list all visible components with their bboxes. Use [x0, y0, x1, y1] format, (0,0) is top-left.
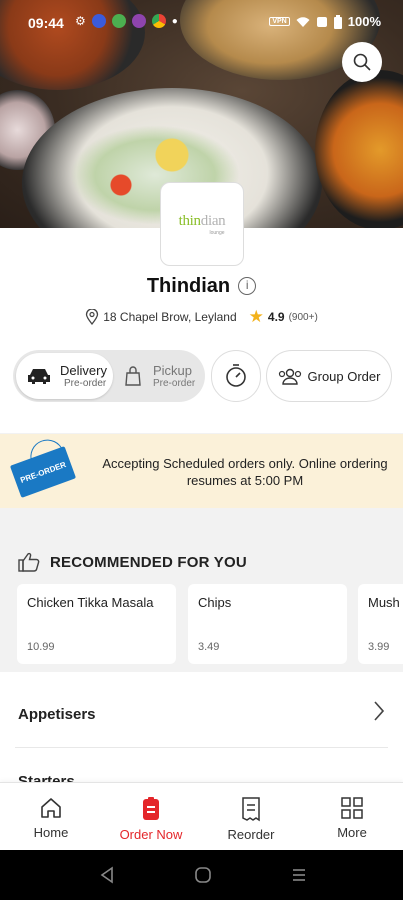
schedule-button[interactable] — [211, 350, 261, 402]
android-icon — [111, 14, 126, 28]
car-icon — [28, 369, 50, 384]
rating-value: 4.9 — [267, 310, 285, 324]
location-pin-icon — [86, 309, 99, 325]
pickup-sub: Pre-order — [153, 378, 196, 389]
item-price: 3.99 — [368, 641, 390, 653]
search-icon — [353, 53, 371, 71]
more-dot-icon: ● — [171, 15, 178, 27]
battery-icon — [333, 14, 342, 29]
recommended-card[interactable]: Chicken Tikka Masala 10.99 — [17, 584, 176, 664]
app-icon — [91, 14, 106, 28]
star-icon: ★ — [248, 307, 264, 326]
delivery-label: Delivery — [60, 363, 107, 378]
restaurant-name: Thindian — [146, 275, 231, 297]
pickup-option[interactable]: Pickup Pre-order — [123, 353, 203, 399]
recommended-carousel[interactable]: Chicken Tikka Masala 10.99 Chips 3.49 Mu… — [17, 584, 403, 664]
vpn-icon: VPN — [269, 17, 290, 26]
address-rating-row: 18 Chapel Brow, Leyland ★ 4.9 (900+) — [0, 307, 403, 327]
status-time: 09:44 — [28, 15, 64, 31]
recommended-title: RECOMMENDED FOR YOU — [50, 553, 247, 571]
status-notification-icons: ⚙ ● — [75, 14, 178, 28]
menu-category-appetisers[interactable]: Appetisers — [18, 706, 386, 723]
restaurant-logo: thindian lounge — [160, 182, 244, 266]
nav-order-now-label: Order Now — [119, 827, 183, 842]
group-order-button[interactable]: Group Order — [266, 350, 392, 402]
thumbs-up-icon — [18, 552, 40, 572]
item-price: 3.49 — [198, 641, 220, 653]
pickup-label: Pickup — [153, 363, 193, 378]
bottom-navigation: Home Order Now Reorder More — [0, 782, 403, 850]
battery-saver-icon — [316, 16, 327, 27]
delivery-sub: Pre-order — [64, 378, 107, 389]
recommended-card[interactable]: Mush 3.99 — [358, 584, 403, 664]
group-order-label: Group Order — [307, 368, 381, 384]
home-icon — [41, 798, 61, 818]
system-navigation-bar — [0, 850, 403, 900]
status-bar: 09:44 ⚙ ● VPN 100% — [0, 0, 403, 48]
messenger-icon — [131, 14, 146, 28]
recents-icon[interactable] — [290, 866, 308, 884]
status-right: VPN 100% — [269, 14, 381, 29]
item-name: Chicken Tikka Masala — [27, 595, 154, 610]
chevron-right-icon[interactable] — [372, 700, 386, 722]
divider — [15, 747, 388, 748]
banner-message: Accepting Scheduled orders only. Online … — [102, 456, 388, 488]
nav-home-label: Home — [33, 825, 69, 840]
menu-category-list — [0, 672, 403, 782]
info-icon[interactable]: i — [238, 277, 257, 295]
delivery-option[interactable]: Delivery Pre-order — [16, 353, 113, 399]
order-mode-toggle: Delivery Pre-order Pickup Pre-order — [13, 350, 205, 402]
item-price: 10.99 — [27, 641, 55, 653]
nav-more[interactable]: More — [302, 783, 402, 851]
logo-wordmark: thindian — [178, 212, 226, 229]
timer-icon — [226, 364, 246, 387]
nav-home[interactable]: Home — [1, 783, 101, 851]
restaurant-address: 18 Chapel Brow, Leyland — [103, 310, 237, 324]
restaurant-name-row: Thindian i — [0, 275, 403, 298]
nav-more-label: More — [337, 825, 367, 840]
wifi-icon — [296, 16, 310, 27]
home-circle-icon[interactable] — [194, 866, 212, 884]
group-icon — [278, 368, 301, 385]
rating-count: (900+) — [288, 311, 318, 323]
order-icon — [143, 797, 159, 820]
search-button[interactable] — [342, 42, 382, 82]
back-icon[interactable] — [98, 866, 116, 884]
settings-icon: ⚙ — [75, 14, 86, 28]
nav-order-now[interactable]: Order Now — [101, 783, 201, 851]
logo-subtitle: lounge — [209, 229, 225, 236]
battery-percent: 100% — [347, 14, 381, 29]
bag-icon — [125, 366, 141, 386]
nav-reorder[interactable]: Reorder — [201, 783, 301, 851]
grid-icon — [341, 797, 363, 819]
item-name: Mush — [368, 595, 400, 610]
chrome-icon — [151, 14, 166, 28]
item-name: Chips — [198, 595, 232, 610]
recommended-header: RECOMMENDED FOR YOU — [18, 552, 247, 572]
receipt-icon — [242, 797, 260, 822]
nav-reorder-label: Reorder — [227, 827, 275, 842]
recommended-card[interactable]: Chips 3.49 — [188, 584, 347, 664]
